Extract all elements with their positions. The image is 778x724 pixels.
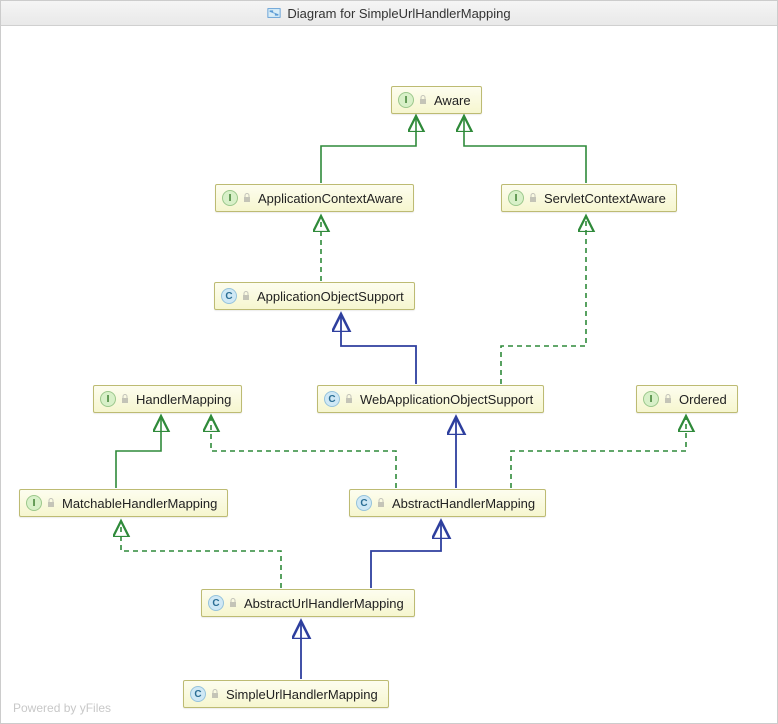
node-application-object-support[interactable]: C ApplicationObjectSupport	[214, 282, 415, 310]
lock-icon	[210, 689, 220, 699]
node-application-context-aware[interactable]: I ApplicationContextAware	[215, 184, 414, 212]
node-matchable-handler-mapping[interactable]: I MatchableHandlerMapping	[19, 489, 228, 517]
lock-icon	[528, 193, 538, 203]
lock-icon	[344, 394, 354, 404]
node-web-application-object-support[interactable]: C WebApplicationObjectSupport	[317, 385, 544, 413]
node-servlet-context-aware[interactable]: I ServletContextAware	[501, 184, 677, 212]
diagram-window: Diagram for SimpleUrlHandlerMapping	[0, 0, 778, 724]
diagram-canvas[interactable]: I Aware I ApplicationContextAware I Serv…	[1, 26, 777, 723]
edge-layer	[1, 26, 777, 724]
node-label: AbstractHandlerMapping	[392, 496, 535, 511]
interface-icon: I	[100, 391, 116, 407]
lock-icon	[120, 394, 130, 404]
node-simple-url-handler-mapping[interactable]: C SimpleUrlHandlerMapping	[183, 680, 389, 708]
class-icon: C	[356, 495, 372, 511]
node-label: MatchableHandlerMapping	[62, 496, 217, 511]
node-label: ApplicationContextAware	[258, 191, 403, 206]
lock-icon	[663, 394, 673, 404]
node-aware[interactable]: I Aware	[391, 86, 482, 114]
node-abstract-handler-mapping[interactable]: C AbstractHandlerMapping	[349, 489, 546, 517]
lock-icon	[241, 291, 251, 301]
node-label: ApplicationObjectSupport	[257, 289, 404, 304]
class-icon: C	[221, 288, 237, 304]
interface-icon: I	[643, 391, 659, 407]
node-handler-mapping[interactable]: I HandlerMapping	[93, 385, 242, 413]
window-title: Diagram for SimpleUrlHandlerMapping	[287, 6, 510, 21]
node-label: AbstractUrlHandlerMapping	[244, 596, 404, 611]
interface-icon: I	[508, 190, 524, 206]
node-label: SimpleUrlHandlerMapping	[226, 687, 378, 702]
lock-icon	[242, 193, 252, 203]
lock-icon	[376, 498, 386, 508]
lock-icon	[228, 598, 238, 608]
lock-icon	[46, 498, 56, 508]
class-icon: C	[324, 391, 340, 407]
titlebar: Diagram for SimpleUrlHandlerMapping	[1, 1, 777, 26]
node-label: ServletContextAware	[544, 191, 666, 206]
lock-icon	[418, 95, 428, 105]
class-icon: C	[208, 595, 224, 611]
node-label: Aware	[434, 93, 471, 108]
interface-icon: I	[26, 495, 42, 511]
diagram-icon	[267, 6, 281, 20]
node-label: WebApplicationObjectSupport	[360, 392, 533, 407]
node-ordered[interactable]: I Ordered	[636, 385, 738, 413]
footer-attribution: Powered by yFiles	[13, 701, 111, 715]
class-icon: C	[190, 686, 206, 702]
node-label: Ordered	[679, 392, 727, 407]
node-label: HandlerMapping	[136, 392, 231, 407]
interface-icon: I	[398, 92, 414, 108]
interface-icon: I	[222, 190, 238, 206]
node-abstract-url-handler-mapping[interactable]: C AbstractUrlHandlerMapping	[201, 589, 415, 617]
